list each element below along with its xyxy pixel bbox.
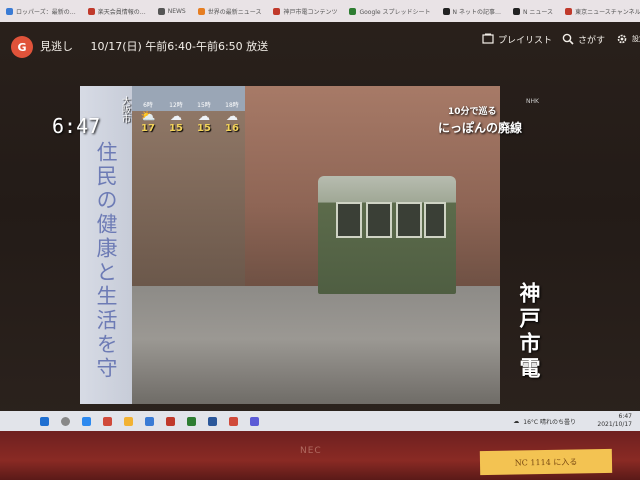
- forecast-temp: 15: [197, 123, 211, 134]
- tram-window: [396, 202, 422, 238]
- program-title-line2: にっぽんの廃線: [438, 121, 523, 135]
- weather-forecast-item: 15時 ☁ 15: [192, 100, 216, 134]
- app-icon[interactable]: [250, 416, 259, 426]
- nhk-plus-logo-icon[interactable]: G: [11, 36, 33, 58]
- browser-tab[interactable]: 神戸市電コンテンツ: [267, 0, 343, 22]
- broadcast-clock: 6:47: [52, 114, 101, 138]
- taskbar-date: 2021/10/17: [597, 421, 632, 428]
- tab-label: 楽天会員情報の…: [97, 8, 146, 16]
- program-title-line1: 10分で巡る: [448, 107, 497, 117]
- weather-forecast-item: 6時 ⛅ 17: [136, 100, 160, 134]
- forecast-temp: 16: [225, 123, 239, 134]
- browser-tab[interactable]: 世界の最新ニュース: [192, 0, 268, 22]
- tram-window: [424, 202, 446, 238]
- search-icon[interactable]: [61, 416, 70, 426]
- tab-label: Google スプレッドシート: [359, 8, 431, 16]
- video-building-left: [120, 111, 250, 291]
- tab-label: 東京ニュースチャンネル: [575, 8, 640, 16]
- windows-start-icon[interactable]: [40, 416, 49, 426]
- settings-label: 設定: [632, 35, 640, 43]
- settings-button[interactable]: 設定: [616, 30, 640, 48]
- forecast-time: 6時: [143, 102, 153, 109]
- cloud-icon: ☁: [226, 109, 238, 123]
- tab-favicon-icon: [273, 7, 281, 15]
- excel-icon[interactable]: [187, 416, 196, 426]
- banner-text: 住民の健康と生活を守: [94, 141, 118, 381]
- replay-label: 見逃し: [40, 40, 73, 53]
- tab-favicon-icon: [87, 7, 95, 15]
- video-tram: [318, 176, 456, 294]
- weather-forecast-item: 12時 ☁ 15: [164, 100, 188, 134]
- browser-tab[interactable]: ロッパーズ：最新の…: [0, 0, 82, 22]
- cloud-icon: ☁: [198, 109, 210, 123]
- sun-cloud-icon: ⛅: [140, 109, 156, 123]
- app-icon[interactable]: [166, 416, 175, 426]
- windows-taskbar: ☁ 16°C 晴れのち曇り 6:47 2021/10/17: [0, 411, 640, 431]
- tab-favicon-icon: [442, 7, 450, 15]
- weather-forecast-item: 18時 ☁ 16: [220, 100, 244, 134]
- tab-favicon-icon: [157, 7, 165, 15]
- video-road: [80, 286, 500, 404]
- tab-favicon-icon: [565, 7, 573, 15]
- tab-label: ロッパーズ：最新の…: [16, 8, 76, 16]
- app-icon[interactable]: [103, 416, 112, 426]
- search-icon: [562, 33, 574, 45]
- playlist-label: プレイリスト: [498, 35, 553, 46]
- weather-icon: ☁: [513, 417, 520, 425]
- forecast-time: 15時: [197, 102, 211, 109]
- browser-tab[interactable]: N ネットの記事…: [437, 0, 507, 22]
- system-tray[interactable]: ☁ 16°C 晴れのち曇り: [513, 411, 576, 431]
- tab-label: N ネットの記事…: [452, 8, 501, 16]
- sticky-note: NC 1114 に入る: [479, 448, 613, 476]
- folder-icon[interactable]: [124, 416, 133, 426]
- tab-label: NEWS: [167, 7, 186, 15]
- browser-tab[interactable]: N ニュース: [507, 0, 559, 22]
- tray-weather: 16°C 晴れのち曇り: [523, 418, 576, 426]
- app-icon[interactable]: [229, 416, 238, 426]
- edge-icon[interactable]: [82, 416, 91, 426]
- taskbar-clock[interactable]: 6:47 2021/10/17: [597, 413, 632, 429]
- station-caption: 神戸市電: [517, 282, 541, 382]
- browser-tab-strip: ロッパーズ：最新の… 楽天会員情報の… NEWS 世界の最新ニュース 神戸市電コンテンツ…: [0, 0, 640, 22]
- tab-favicon-icon: [349, 7, 357, 15]
- tab-label: 世界の最新ニュース: [207, 8, 262, 16]
- tab-favicon-icon: [6, 7, 13, 15]
- cloud-icon: ☁: [170, 109, 182, 123]
- search-label: さがす: [578, 35, 606, 46]
- word-icon[interactable]: [208, 416, 217, 426]
- monitor-brand-logo: NEC: [300, 446, 322, 456]
- air-time: 10/17(日) 午前6:40-午前6:50 放送: [90, 40, 269, 53]
- forecast-time: 18時: [225, 102, 239, 109]
- taskbar-time: 6:47: [618, 413, 632, 420]
- mail-icon[interactable]: [145, 416, 154, 426]
- tab-favicon-icon: [197, 7, 205, 15]
- tab-label: N ニュース: [522, 8, 554, 16]
- gear-icon: [617, 34, 627, 44]
- playlist-button[interactable]: プレイリスト: [482, 30, 552, 48]
- playlist-icon: [482, 33, 494, 44]
- weather-location: 大阪市: [120, 96, 130, 123]
- tab-favicon-icon: [512, 7, 520, 15]
- forecast-temp: 15: [169, 123, 183, 134]
- program-air-info: 見逃し 10/17(日) 午前6:40-午前6:50 放送: [40, 38, 268, 54]
- browser-tab[interactable]: Google スプレッドシート: [343, 0, 436, 22]
- program-title: 10分で巡る にっぽんの廃線: [438, 104, 548, 136]
- forecast-time: 12時: [169, 102, 183, 109]
- browser-tab[interactable]: 楽天会員情報の…: [82, 0, 152, 22]
- forecast-temp: 17: [141, 123, 155, 134]
- browser-tab[interactable]: NEWS: [152, 0, 192, 22]
- tram-window: [336, 202, 362, 238]
- tab-label: 神戸市電コンテンツ: [283, 8, 338, 16]
- tram-window: [366, 202, 392, 238]
- search-button[interactable]: さがす: [562, 30, 605, 48]
- browser-tab[interactable]: 東京ニュースチャンネル: [559, 0, 640, 22]
